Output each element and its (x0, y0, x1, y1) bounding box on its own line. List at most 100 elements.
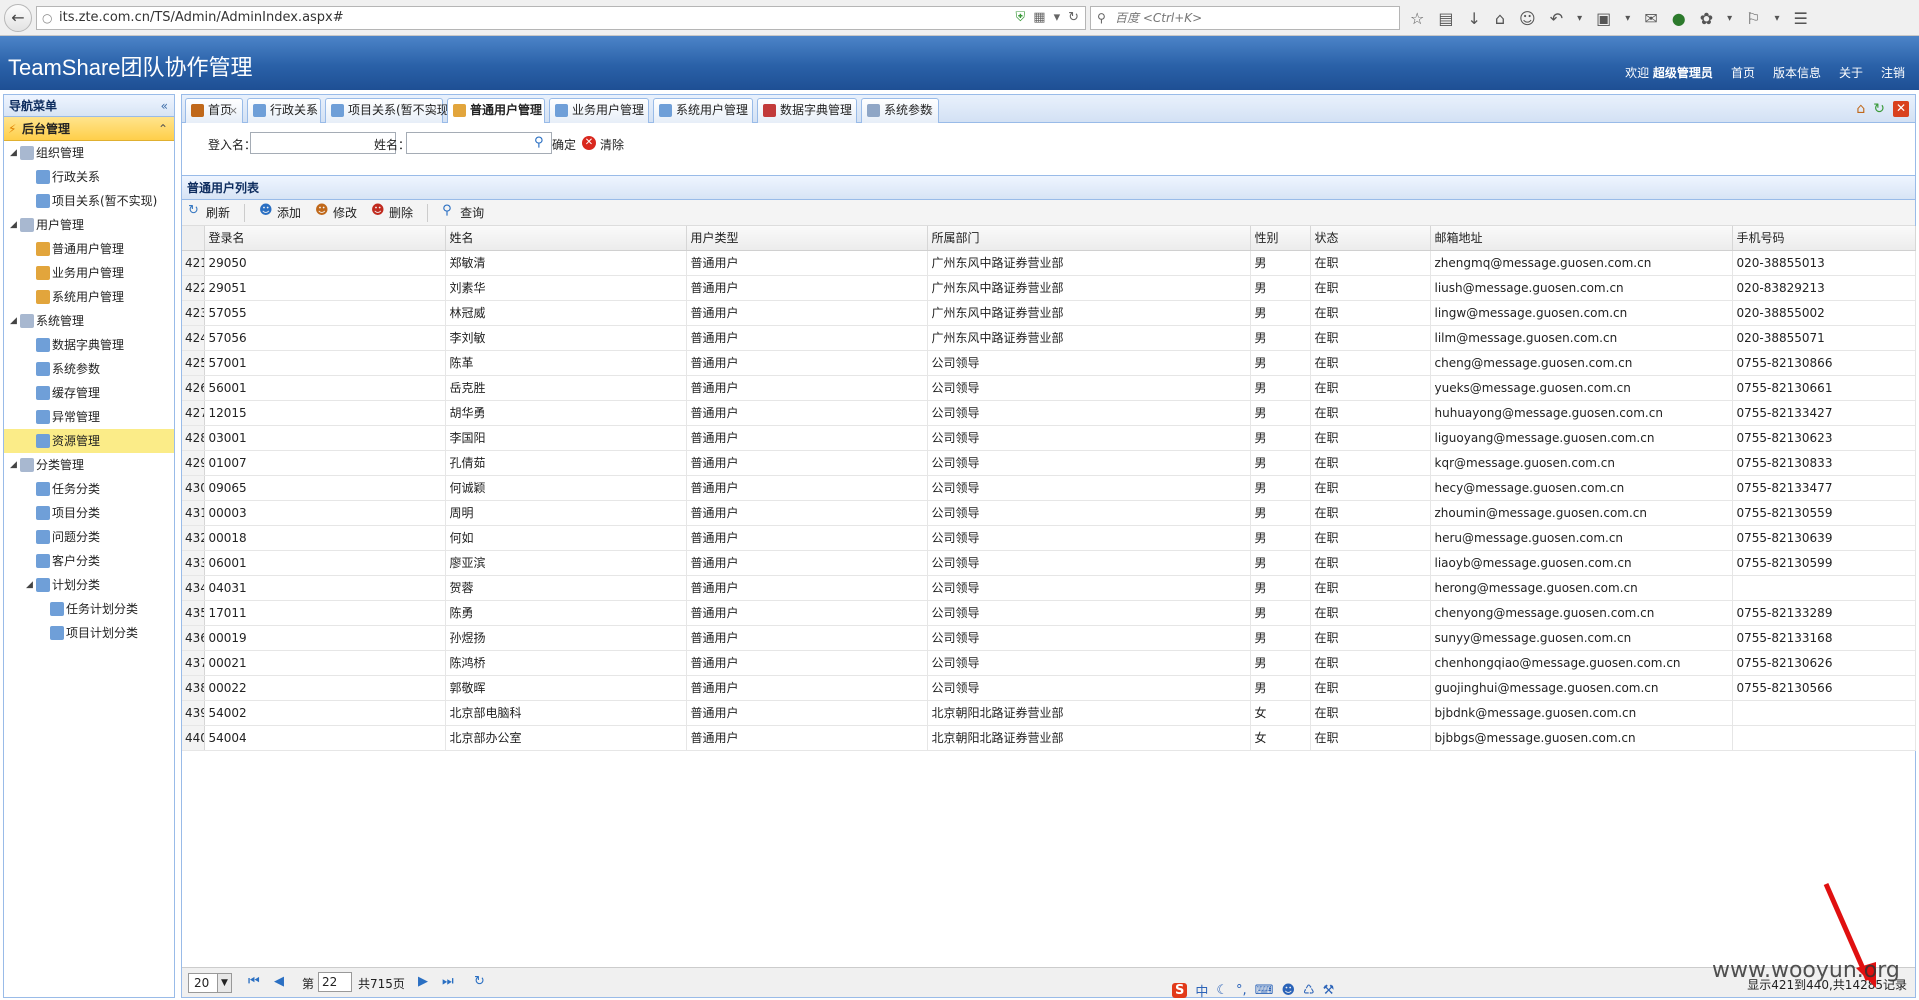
close-all-tabs-icon[interactable]: ✕ (1892, 101, 1909, 117)
reload-icon[interactable]: ↻ (1068, 7, 1079, 29)
table-row[interactable]: 43200018何如普通用户公司领导男在职heru@message.guosen… (182, 525, 1916, 551)
column-header[interactable]: 邮箱地址 (1430, 226, 1733, 251)
sidebar-item[interactable]: 任务计划分类 (4, 597, 174, 621)
table-row[interactable]: 43600019孙煜扬普通用户公司领导男在职sunyy@message.guos… (182, 625, 1916, 651)
refresh-button[interactable]: ↻ 刷新 (188, 203, 230, 221)
edit-button[interactable]: ☻ 修改 (315, 203, 357, 221)
confirm-button[interactable]: ⚲ 确定 (534, 135, 576, 153)
sidebar-item[interactable]: 任务分类 (4, 477, 174, 501)
column-header[interactable]: 所属部门 (927, 226, 1251, 251)
ime-shirt-icon[interactable]: ♺ (1303, 983, 1315, 998)
sidebar-item[interactable]: 数据字典管理 (4, 333, 174, 357)
table-row[interactable]: 43517011陈勇普通用户公司领导男在职chenyong@message.gu… (182, 600, 1916, 626)
table-row[interactable]: 42229051刘素华普通用户广州东风中路证券营业部男在职liush@messa… (182, 275, 1916, 301)
home-tab-icon[interactable]: ⌂ (1856, 101, 1865, 117)
column-header[interactable]: 姓名 (445, 226, 687, 251)
tab[interactable]: 首页 × (185, 98, 243, 123)
menu-dropdown-icon[interactable]: ▾ (1774, 13, 1779, 24)
prev-page-icon[interactable]: ◀ (274, 974, 284, 989)
table-row[interactable]: 43954002北京部电脑科普通用户北京朝阳北路证券营业部女在职bjbdnk@m… (182, 700, 1916, 726)
header-link-logout[interactable]: 注销 (1881, 64, 1905, 81)
sidebar-item[interactable]: 资源管理 (4, 429, 174, 453)
menu-dropdown-icon[interactable]: ▾ (1577, 13, 1582, 24)
sidebar-item[interactable]: 问题分类 (4, 525, 174, 549)
header-link-home[interactable]: 首页 (1731, 64, 1755, 81)
name-input[interactable] (406, 132, 552, 154)
refresh-tabs-icon[interactable]: ↻ (1873, 101, 1885, 117)
page-size-select[interactable]: 20 ▼ (188, 973, 232, 993)
sidebar-item[interactable]: 项目分类 (4, 501, 174, 525)
menu-dropdown-icon[interactable]: ▾ (1625, 13, 1630, 24)
shield-icon[interactable]: ⛨ (1016, 7, 1026, 29)
ime-user-icon[interactable]: ☻ (1281, 983, 1295, 998)
sidebar-item[interactable]: 行政关系 (4, 165, 174, 189)
query-button[interactable]: ⚲ 查询 (442, 203, 484, 221)
column-header[interactable]: 状态 (1310, 226, 1431, 251)
tab[interactable]: 项目关系(暂不实现) × (325, 98, 453, 123)
sidebar-item[interactable]: 系统参数 (4, 357, 174, 381)
sidebar-item[interactable]: 业务用户管理 (4, 261, 174, 285)
table-row[interactable]: 42656001岳克胜普通用户公司领导男在职yueks@message.guos… (182, 375, 1916, 401)
table-row[interactable]: 43404031贺蓉普通用户公司领导男在职herong@message.guos… (182, 575, 1916, 601)
sidebar-item[interactable]: ◢ 分类管理 (4, 453, 174, 477)
menu-dropdown-icon[interactable]: ▾ (1727, 13, 1732, 24)
table-row[interactable]: 42712015胡华勇普通用户公司领导男在职huhuayong@message.… (182, 400, 1916, 426)
search-box[interactable]: ⚲ 百度 <Ctrl+K> (1090, 6, 1400, 30)
site-info-icon[interactable]: ○ (42, 7, 52, 29)
table-row[interactable]: 42129050郑敏清普通用户广州东风中路证券营业部男在职zhengmq@mes… (182, 250, 1916, 276)
bookmark-star-icon[interactable]: ☆ (1410, 9, 1424, 28)
fold-section-icon[interactable]: ⌃ (158, 117, 168, 141)
clear-button[interactable]: ✕ 清除 (582, 136, 624, 153)
tab[interactable]: 业务用户管理 × (549, 98, 649, 123)
column-header[interactable]: 登录名 (204, 226, 446, 251)
collapse-sidebar-icon[interactable]: « (161, 95, 168, 117)
table-row[interactable]: 43100003周明普通用户公司领导男在职zhoumin@message.guo… (182, 500, 1916, 526)
header-link-version[interactable]: 版本信息 (1773, 64, 1821, 81)
expand-arrow-icon[interactable]: ◢ (10, 141, 17, 165)
delete-button[interactable]: ☻ 删除 (371, 203, 413, 221)
expand-arrow-icon[interactable]: ◢ (26, 573, 33, 597)
download-icon[interactable]: ↓ (1467, 9, 1480, 28)
table-row[interactable]: 43306001廖亚滨普通用户公司领导男在职liaoyb@message.guo… (182, 550, 1916, 576)
tab[interactable]: 行政关系 × (247, 98, 321, 123)
column-header[interactable]: 用户类型 (686, 226, 928, 251)
next-page-icon[interactable]: ▶ (418, 974, 428, 989)
backend-section-header[interactable]: ⚡ 后台管理 ⌃ (4, 117, 174, 141)
sidebar-item[interactable]: 普通用户管理 (4, 237, 174, 261)
sidebar-item[interactable]: 客户分类 (4, 549, 174, 573)
undo-icon[interactable]: ↶ (1550, 9, 1563, 28)
expand-arrow-icon[interactable]: ◢ (10, 453, 17, 477)
chat-icon[interactable]: ☺ (1519, 9, 1536, 28)
last-page-icon[interactable]: ⏭ (442, 974, 454, 989)
close-tab-icon[interactable]: × (635, 99, 644, 122)
crop-icon[interactable]: ▣ (1596, 9, 1611, 28)
close-tab-icon[interactable]: × (531, 99, 540, 122)
close-tab-icon[interactable]: × (307, 99, 316, 122)
table-row[interactable]: 42357055林冠威普通用户广州东风中路证券营业部男在职lingw@messa… (182, 300, 1916, 326)
tab[interactable]: 数据字典管理 × (757, 98, 857, 123)
table-row[interactable]: 43800022郭敬晖普通用户公司领导男在职guojinghui@message… (182, 675, 1916, 701)
sidebar-item[interactable]: 项目计划分类 (4, 621, 174, 645)
translate-icon[interactable]: ⚐ (1746, 9, 1760, 28)
ime-moon-icon[interactable]: ☾ (1216, 983, 1228, 998)
reading-list-icon[interactable]: ▤ (1438, 9, 1453, 28)
extension-icon[interactable]: ✿ (1700, 9, 1713, 28)
ime-keyboard-icon[interactable]: ⌨ (1255, 983, 1274, 998)
table-row[interactable]: 42901007孔倩茹普通用户公司领导男在职kqr@message.guosen… (182, 450, 1916, 476)
message-icon[interactable]: ✉ (1644, 9, 1657, 28)
sidebar-item[interactable]: ◢ 用户管理 (4, 213, 174, 237)
tab[interactable]: 系统参数 × (861, 98, 939, 123)
header-link-about[interactable]: 关于 (1839, 64, 1863, 81)
security-icon[interactable]: ● (1672, 9, 1686, 28)
table-row[interactable]: 44054004北京部办公室普通用户北京朝阳北路证券营业部女在职bjbbgs@m… (182, 725, 1916, 751)
ime-punct-icon[interactable]: °, (1236, 983, 1247, 998)
dropdown-icon[interactable]: ▾ (1054, 7, 1061, 29)
close-tab-icon[interactable]: × (429, 99, 438, 122)
table-row[interactable]: 42457056李刘敏普通用户广州东风中路证券营业部男在职lilm@messag… (182, 325, 1916, 351)
close-tab-icon[interactable]: × (843, 99, 852, 122)
sidebar-item[interactable]: 异常管理 (4, 405, 174, 429)
sidebar-item[interactable]: ◢ 系统管理 (4, 309, 174, 333)
tab[interactable]: 普通用户管理 × (447, 98, 545, 124)
sogou-icon[interactable]: S (1172, 982, 1188, 998)
expand-arrow-icon[interactable]: ◢ (10, 213, 17, 237)
